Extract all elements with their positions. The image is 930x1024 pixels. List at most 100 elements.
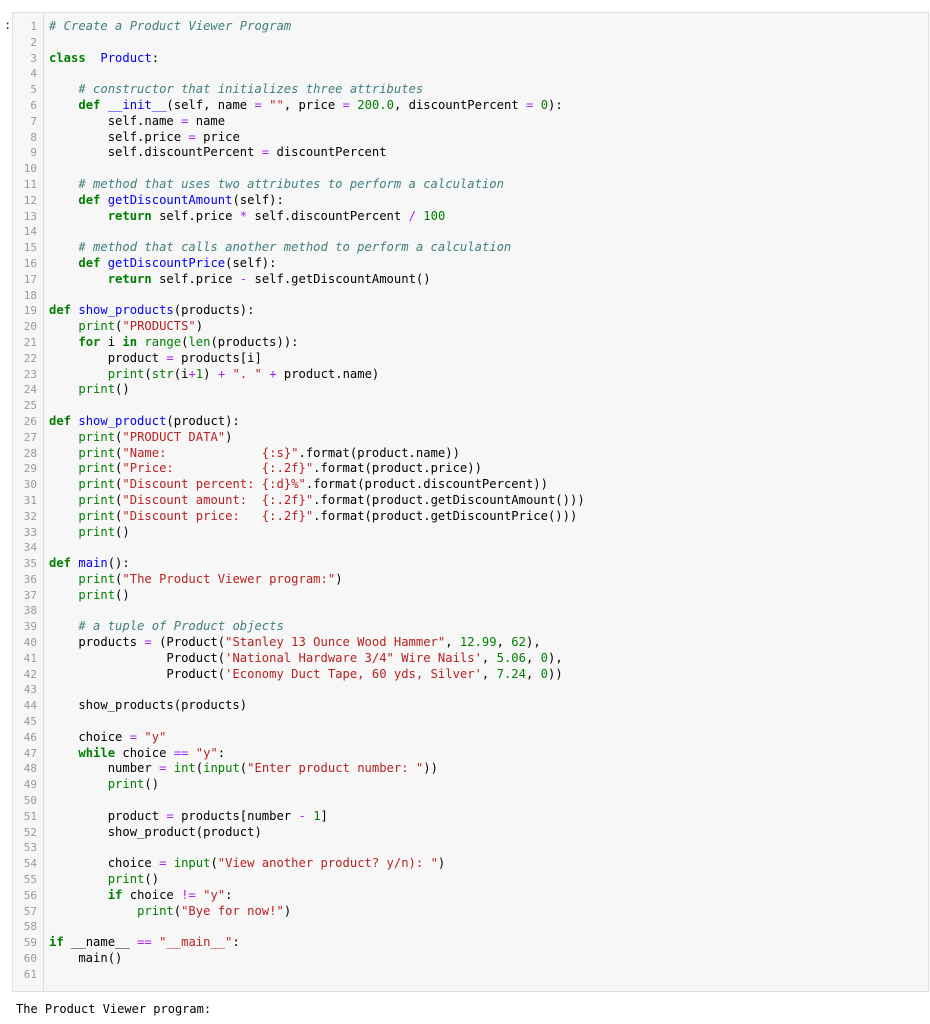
code-line[interactable]: 8 self.price = price	[13, 130, 928, 146]
code-line[interactable]: 14	[13, 224, 928, 240]
code-line[interactable]: 20 print("PRODUCTS")	[13, 319, 928, 335]
code-line[interactable]: 40 products = (Product("Stanley 13 Ounce…	[13, 635, 928, 651]
code-line[interactable]: 31 print("Discount amount: {:.2f}".forma…	[13, 493, 928, 509]
code-text: if __name__ == "__main__":	[49, 935, 240, 951]
code-line[interactable]: 34	[13, 540, 928, 556]
line-number: 21	[23, 335, 37, 349]
code-line[interactable]: 1 # Create a Product Viewer Program	[13, 19, 928, 35]
code-token: 7.24	[496, 666, 526, 681]
code-text: print()	[49, 588, 129, 604]
code-text: print()	[49, 872, 159, 888]
code-line[interactable]: 28 print("Name: {:s}".format(product.nam…	[13, 446, 928, 462]
code-token: def	[78, 255, 101, 270]
code-token: )	[437, 856, 446, 871]
line-number: 61	[23, 967, 37, 981]
code-line[interactable]: 59 if __name__ == "__main__":	[13, 935, 928, 951]
code-line[interactable]: 9 self.discountPercent = discountPercent	[13, 145, 928, 161]
code-text: self.discountPercent = discountPercent	[49, 145, 387, 161]
code-line[interactable]: 23 print(str(i+1) + ". " + product.name)	[13, 367, 928, 383]
code-line[interactable]: 32 print("Discount price: {:.2f}".format…	[13, 509, 928, 525]
code-line[interactable]: 49 print()	[13, 777, 928, 793]
code-line[interactable]: 16 def getDiscountPrice(self):	[13, 256, 928, 272]
code-token: "View another product? y/n): "	[217, 856, 438, 871]
code-line[interactable]: 10	[13, 161, 928, 177]
code-line[interactable]: 13 return self.price * self.discountPerc…	[13, 209, 928, 225]
code-token: (	[144, 366, 152, 381]
code-line[interactable]: 4	[13, 66, 928, 82]
code-line[interactable]: 41 Product('National Hardware 3/4" Wire …	[13, 651, 928, 667]
code-token: range	[144, 334, 182, 349]
code-line[interactable]: 52 show_product(product)	[13, 825, 928, 841]
code-line[interactable]: 47 while choice == "y":	[13, 746, 928, 762]
code-line[interactable]: 26 def show_product(product):	[13, 414, 928, 430]
line-number: 15	[23, 241, 37, 255]
code-text: # method that calls another method to pe…	[49, 240, 511, 256]
code-token: discountPercent	[269, 145, 387, 160]
code-line[interactable]: 30 print("Discount percent: {:d}%".forma…	[13, 477, 928, 493]
code-line[interactable]: 17 return self.price - self.getDiscountA…	[13, 272, 928, 288]
code-line[interactable]: 55 print()	[13, 872, 928, 888]
line-number: 9	[30, 146, 37, 160]
code-line[interactable]: 36 print("The Product Viewer program:")	[13, 572, 928, 588]
code-line[interactable]: 27 print("PRODUCT DATA")	[13, 430, 928, 446]
code-line[interactable]: 29 print("Price: {:.2f}".format(product.…	[13, 461, 928, 477]
code-cell[interactable]: 1 # Create a Product Viewer Program 2 3 clas…	[12, 12, 929, 992]
code-line[interactable]: 35 def main():	[13, 556, 928, 572]
code-line[interactable]: 43	[13, 682, 928, 698]
code-text: print("Discount amount: {:.2f}".format(p…	[49, 493, 584, 509]
code-line[interactable]: 5 # constructor that initializes three a…	[13, 82, 928, 98]
code-text: number = int(input("Enter product number…	[49, 761, 438, 777]
code-line[interactable]: 45	[13, 714, 928, 730]
code-line[interactable]: 50	[13, 793, 928, 809]
code-token: show_product	[78, 413, 167, 428]
code-token: (	[210, 856, 218, 871]
code-token: Product(	[49, 650, 226, 665]
code-line[interactable]: 37 print()	[13, 588, 928, 604]
code-line[interactable]: 39 # a tuple of Product objects	[13, 619, 928, 635]
code-line[interactable]: 54 choice = input("View another product?…	[13, 856, 928, 872]
code-text: def getDiscountPrice(self):	[49, 255, 276, 272]
code-line[interactable]: 53	[13, 840, 928, 856]
code-line[interactable]: 61	[13, 967, 928, 983]
code-line[interactable]: 22 product = products[i]	[13, 351, 928, 367]
code-line[interactable]: 18	[13, 288, 928, 304]
code-line[interactable]: 46 choice = "y"	[13, 730, 928, 746]
code-line[interactable]: 33 print()	[13, 525, 928, 541]
code-token: while	[78, 745, 116, 760]
code-token: (Product(	[151, 635, 226, 650]
code-line[interactable]: 60 main()	[13, 951, 928, 967]
code-line[interactable]: 11 # method that uses two attributes to …	[13, 177, 928, 193]
code-line[interactable]: 3 class Product:	[13, 51, 928, 67]
line-number: 33	[23, 525, 37, 539]
code-line[interactable]: 21 for i in range(len(products)):	[13, 335, 928, 351]
code-line[interactable]: 58	[13, 919, 928, 935]
code-line[interactable]: 57 print("Bye for now!")	[13, 904, 928, 920]
code-line[interactable]: 15 # method that calls another method to…	[13, 240, 928, 256]
line-number: 40	[23, 636, 37, 650]
code-line[interactable]: 2	[13, 35, 928, 51]
line-number: 12	[23, 193, 37, 207]
code-line[interactable]: 24 print()	[13, 382, 928, 398]
code-line[interactable]: 56 if choice != "y":	[13, 888, 928, 904]
code-line[interactable]: 7 self.name = name	[13, 114, 928, 130]
line-number: 55	[23, 873, 37, 887]
code-line[interactable]: 48 number = int(input("Enter product num…	[13, 761, 928, 777]
code-token: self.price	[151, 271, 240, 286]
code-line[interactable]: 6 def __init__(self, name = "", price = …	[13, 98, 928, 114]
line-number: 6	[30, 98, 37, 112]
code-line[interactable]: 42 Product('Economy Duct Tape, 60 yds, S…	[13, 667, 928, 683]
code-token: def	[78, 97, 101, 112]
code-line[interactable]: 25	[13, 398, 928, 414]
code-line[interactable]: 19 def show_products(products):	[13, 303, 928, 319]
code-line[interactable]: 12 def getDiscountAmount(self):	[13, 193, 928, 209]
code-line[interactable]: 38	[13, 603, 928, 619]
code-line[interactable]: 44 show_products(products)	[13, 698, 928, 714]
code-token: # method that uses two attributes to per…	[78, 176, 504, 191]
code-token: self.discountPercent	[247, 208, 409, 223]
code-line[interactable]: 51 product = products[number - 1]	[13, 809, 928, 825]
code-editor[interactable]: 1 # Create a Product Viewer Program 2 3 clas…	[13, 19, 928, 983]
